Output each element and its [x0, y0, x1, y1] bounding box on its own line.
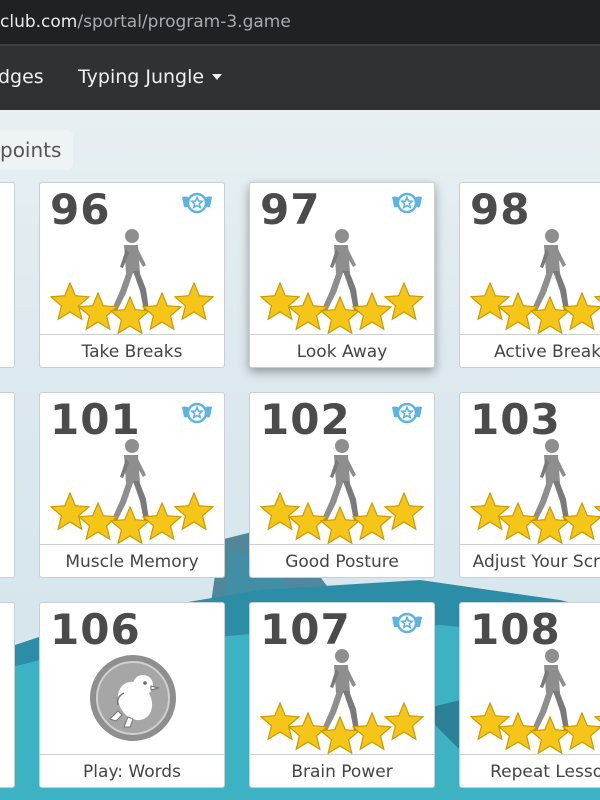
- star-icon: [50, 491, 91, 531]
- lesson-card[interactable]: 97 Look Away: [249, 182, 435, 368]
- star-icon: [470, 491, 511, 531]
- lesson-card[interactable]: 101 Muscle Memory: [39, 392, 225, 578]
- chick-game-icon: [90, 655, 176, 741]
- lesson-title: Repeat Lesson: [460, 754, 600, 787]
- star-icon: [351, 501, 393, 541]
- star-icon: [593, 505, 600, 512]
- star-rating: [260, 491, 424, 545]
- top-navbar: dges Typing Jungle: [0, 46, 600, 110]
- address-bar[interactable]: club.com/sportal/program-3.game: [0, 0, 600, 44]
- nav-badges-label: dges: [0, 66, 44, 88]
- winged-star-badge-icon: [392, 192, 422, 214]
- winged-star-badge-icon: [182, 402, 212, 424]
- star-icon: [593, 715, 600, 722]
- lesson-card-partial[interactable]: [0, 602, 15, 788]
- lesson-card[interactable]: 106 Play: Words: [39, 602, 225, 788]
- star-icon: [141, 501, 183, 541]
- points-label: points: [0, 130, 74, 170]
- url-path: /sportal/program-3.game: [77, 12, 291, 32]
- star-icon: [529, 505, 571, 545]
- lesson-card[interactable]: 102 Good Posture: [249, 392, 435, 578]
- lesson-card[interactable]: 103Adjust Your Screen: [459, 392, 600, 578]
- star-icon: [173, 491, 214, 531]
- star-icon: [529, 715, 571, 755]
- star-icon: [383, 491, 424, 531]
- lesson-title: Brain Power: [250, 754, 434, 787]
- lesson-card[interactable]: 98 Active Breaks: [459, 182, 600, 368]
- lesson-title: Take Breaks: [40, 334, 224, 367]
- lesson-card[interactable]: 107 Brain Power: [249, 602, 435, 788]
- star-rating: [260, 701, 424, 755]
- star-rating: [260, 281, 424, 335]
- lesson-title: Muscle Memory: [40, 544, 224, 577]
- lesson-card[interactable]: 96 Take Breaks: [39, 182, 225, 368]
- star-icon: [561, 291, 600, 331]
- lesson-card-partial[interactable]: [0, 392, 15, 578]
- star-icon: [319, 715, 361, 755]
- lesson-grid-area: points 96 Take Breaks 97 Look Away 98 Activ…: [0, 110, 600, 800]
- lesson-number: 106: [50, 605, 141, 654]
- star-icon: [260, 701, 301, 741]
- star-icon: [109, 505, 151, 545]
- lesson-title: Active Breaks: [460, 334, 600, 367]
- lesson-card-partial[interactable]: [0, 182, 15, 368]
- winged-star-badge-icon: [182, 192, 212, 214]
- url-host: club.com: [0, 12, 78, 32]
- star-icon: [470, 281, 511, 321]
- nav-typing-jungle-label: Typing Jungle: [78, 66, 205, 88]
- star-icon: [173, 281, 214, 321]
- lesson-title: Adjust Your Screen: [460, 544, 600, 577]
- nav-typing-jungle-dropdown[interactable]: Typing Jungle: [78, 66, 223, 88]
- star-icon: [383, 701, 424, 741]
- star-icon: [141, 291, 183, 331]
- lesson-title: Look Away: [250, 334, 434, 367]
- lesson-title: Play: Words: [40, 754, 224, 787]
- winged-star-badge-icon: [392, 612, 422, 634]
- star-icon: [561, 501, 600, 541]
- chevron-down-icon: [212, 74, 223, 80]
- star-icon: [109, 295, 151, 335]
- star-rating: [470, 281, 600, 335]
- star-icon: [319, 505, 361, 545]
- winged-star-badge-icon: [392, 402, 422, 424]
- lesson-card[interactable]: 108Repeat Lesson: [459, 602, 600, 788]
- star-icon: [319, 295, 361, 335]
- star-rating: [50, 491, 214, 545]
- star-icon: [593, 295, 600, 302]
- star-icon: [529, 295, 571, 335]
- star-icon: [50, 281, 91, 321]
- star-icon: [470, 701, 511, 741]
- star-icon: [260, 281, 301, 321]
- lesson-title: Good Posture: [250, 544, 434, 577]
- star-icon: [561, 711, 600, 751]
- star-rating: [470, 701, 600, 755]
- star-icon: [383, 281, 424, 321]
- star-icon: [351, 711, 393, 751]
- nav-badges-link[interactable]: dges: [0, 66, 44, 88]
- star-rating: [470, 491, 600, 545]
- star-icon: [260, 491, 301, 531]
- star-rating: [50, 281, 214, 335]
- star-icon: [351, 291, 393, 331]
